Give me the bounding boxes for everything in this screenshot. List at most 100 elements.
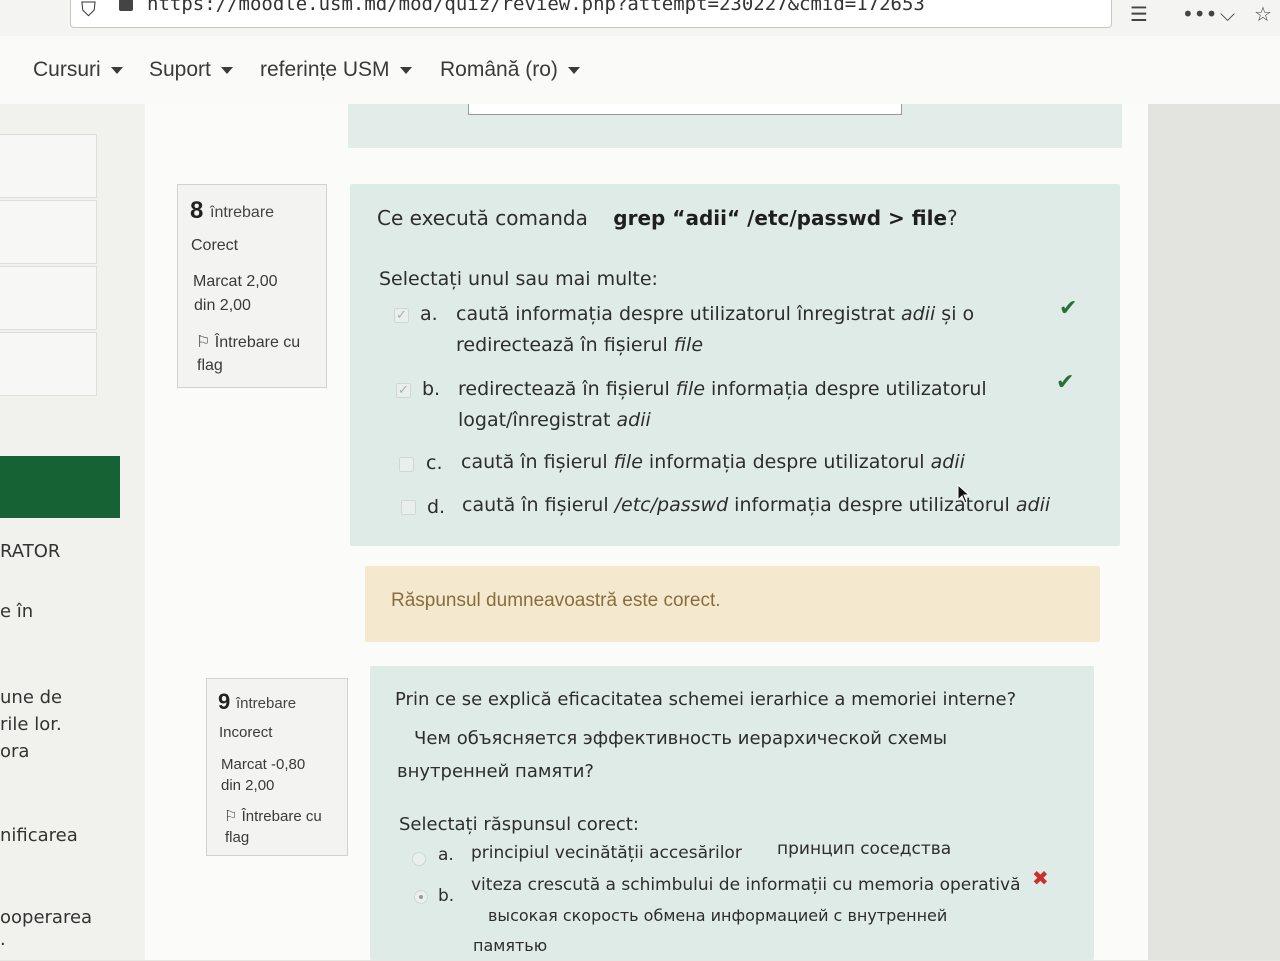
feedback-text: Răspunsul dumneavoastră este corect. [391, 590, 721, 611]
option-b-label-ru: памятью [473, 936, 548, 955]
nav-cursuri[interactable]: Cursuri [33, 58, 123, 82]
question-mark-max: din 2,00 [194, 297, 251, 314]
sidebar-item[interactable] [0, 134, 97, 198]
sidebar-item[interactable] [0, 200, 97, 264]
question-number: 8 [190, 197, 204, 224]
option-a-label[interactable]: principiul vecinătății accesărilor [471, 838, 742, 869]
sidebar-text: RATOR [0, 541, 61, 562]
flag-label: Întrebare cu [214, 334, 301, 351]
option-b-checkbox[interactable]: ✓ [396, 383, 411, 398]
option-d-checkbox[interactable] [401, 500, 416, 515]
pocket-icon[interactable]: ⌵ [1220, 2, 1235, 26]
lock-icon [119, 0, 133, 11]
flag-question-link[interactable]: ⚐ Întrebare cu [196, 332, 300, 352]
question-mark: Marcat 2,00 [193, 273, 278, 290]
option-c-label[interactable]: caută în fișierul file informația despre… [461, 447, 1081, 478]
option-b-radio[interactable] [414, 890, 428, 904]
reader-view-icon[interactable]: ☰ [1130, 2, 1148, 26]
page-gutter [1148, 104, 1280, 960]
previous-answer-field [468, 104, 902, 115]
address-bar[interactable]: ⛉ https://moodle.usm.md/mod/quiz/review.… [70, 0, 1112, 28]
question-number: 9 [218, 689, 231, 714]
option-b-label-ru: высокая скорость обмена информацией с вн… [488, 906, 948, 925]
answer-prompt: Selectați răspunsul corect: [399, 814, 639, 835]
correct-check-icon: ✔ [1059, 296, 1078, 321]
option-a-checkbox[interactable]: ✓ [394, 308, 409, 323]
option-b-label[interactable]: redirectează în fișierul file informația… [458, 374, 1058, 436]
nav-label: Română (ro) [440, 58, 558, 81]
nav-label: Suport [149, 58, 211, 81]
sidebar-text: . [0, 929, 6, 950]
option-b-label[interactable]: viteza crescută a schimbului de informaț… [471, 870, 1021, 901]
chevron-down-icon [567, 66, 580, 74]
flag-icon: ⚐ [224, 808, 242, 825]
option-b-letter: b. [422, 378, 441, 400]
more-actions-icon[interactable]: ••• [1182, 2, 1217, 26]
option-c-checkbox[interactable] [399, 457, 414, 472]
sidebar-text[interactable]: une de [0, 684, 62, 711]
option-a-letter: a. [438, 845, 454, 865]
sidebar-text[interactable]: rile lor. [0, 711, 62, 738]
question-command: grep “adii“ /etc/passwd > file [613, 206, 948, 230]
option-italic: adii [1015, 494, 1051, 516]
option-text: informația despre utilizatorul [642, 451, 931, 473]
nav-language[interactable]: Română (ro) [440, 58, 580, 82]
question-info-9: 9 întrebare Incorect Marcat -0,80 din 2,… [206, 678, 348, 856]
option-italic: file [613, 451, 643, 473]
sidebar-text[interactable]: ora [0, 738, 29, 765]
bookmark-star-icon[interactable]: ☆ [1254, 2, 1272, 26]
question-word: întrebare [210, 204, 275, 221]
option-c-letter: c. [426, 452, 443, 474]
option-italic: file [675, 378, 706, 400]
option-text: redirectează în fișierul [458, 378, 676, 400]
chevron-down-icon [110, 66, 123, 74]
option-italic: adii [901, 303, 936, 325]
url-text[interactable]: https://moodle.usm.md/mod/quiz/review.ph… [147, 0, 925, 15]
option-text: redirectează în fișierul [456, 334, 674, 356]
sidebar-item-active[interactable] [0, 456, 120, 518]
question-mark-max: din 2,00 [221, 777, 275, 794]
flag-question-link[interactable]: ⚐ Întrebare cu [224, 807, 322, 825]
question-text-ru: Чем объясняется эффективность иерархичес… [414, 728, 948, 749]
option-text: caută informația despre utilizatorul înr… [456, 303, 901, 325]
correct-check-icon: ✔ [1056, 370, 1075, 395]
flag-label-cont[interactable]: flag [225, 829, 249, 846]
nav-label: Cursuri [33, 58, 101, 81]
option-text: informația despre utilizatorul [705, 378, 987, 400]
chevron-down-icon [220, 66, 233, 74]
shield-icon[interactable]: ⛉ [81, 0, 96, 21]
flag-icon: ⚐ [196, 334, 215, 351]
chevron-down-icon [399, 66, 412, 74]
feedback-box: Răspunsul dumneavoastră este corect. [365, 566, 1100, 642]
option-text: caută în fișierul [461, 451, 614, 473]
sidebar-text[interactable]: e în [0, 598, 33, 625]
option-a-radio[interactable] [412, 852, 426, 866]
nav-suport[interactable]: Suport [149, 58, 233, 82]
sidebar-text[interactable]: ooperarea [0, 904, 92, 931]
option-text: informația despre utilizatorul [728, 494, 1016, 516]
question-mark: Marcat -0,80 [221, 756, 306, 773]
option-d-label[interactable]: caută în fișierul /etc/passwd informația… [462, 490, 1082, 521]
question-text-suffix: ? [947, 206, 958, 230]
option-text: logat/înregistrat [458, 409, 617, 431]
option-a-letter: a. [420, 303, 438, 325]
option-d-letter: d. [427, 496, 446, 518]
option-text: caută în fișierul [462, 494, 615, 516]
option-italic: file [673, 334, 704, 356]
question-word: întrebare [236, 695, 297, 712]
top-navbar: Cursuri Suport referințe USM Română (ro) [0, 36, 1280, 105]
nav-label: referințe USM [260, 58, 390, 81]
question-info-8: 8 întrebare Corect Marcat 2,00 din 2,00 … [177, 184, 327, 388]
sidebar-text[interactable]: nificarea [0, 822, 78, 849]
left-sidebar: RATOR e în une de rile lor. ora nificare… [0, 104, 146, 960]
sidebar-item[interactable] [0, 266, 97, 330]
option-italic: adii [616, 409, 651, 431]
flag-label-cont[interactable]: flag [197, 357, 223, 375]
flag-label: Întrebare cu [241, 808, 322, 825]
question-text: Ce execută comanda grep “adii“ /etc/pass… [377, 206, 958, 230]
nav-referinte-usm[interactable]: referințe USM [260, 58, 412, 82]
question-text-prefix: Ce execută comanda [377, 206, 588, 230]
option-a-label[interactable]: caută informația despre utilizatorul înr… [456, 299, 1056, 361]
browser-toolbar: ⛉ https://moodle.usm.md/mod/quiz/review.… [0, 0, 1280, 37]
sidebar-item[interactable] [0, 332, 97, 396]
